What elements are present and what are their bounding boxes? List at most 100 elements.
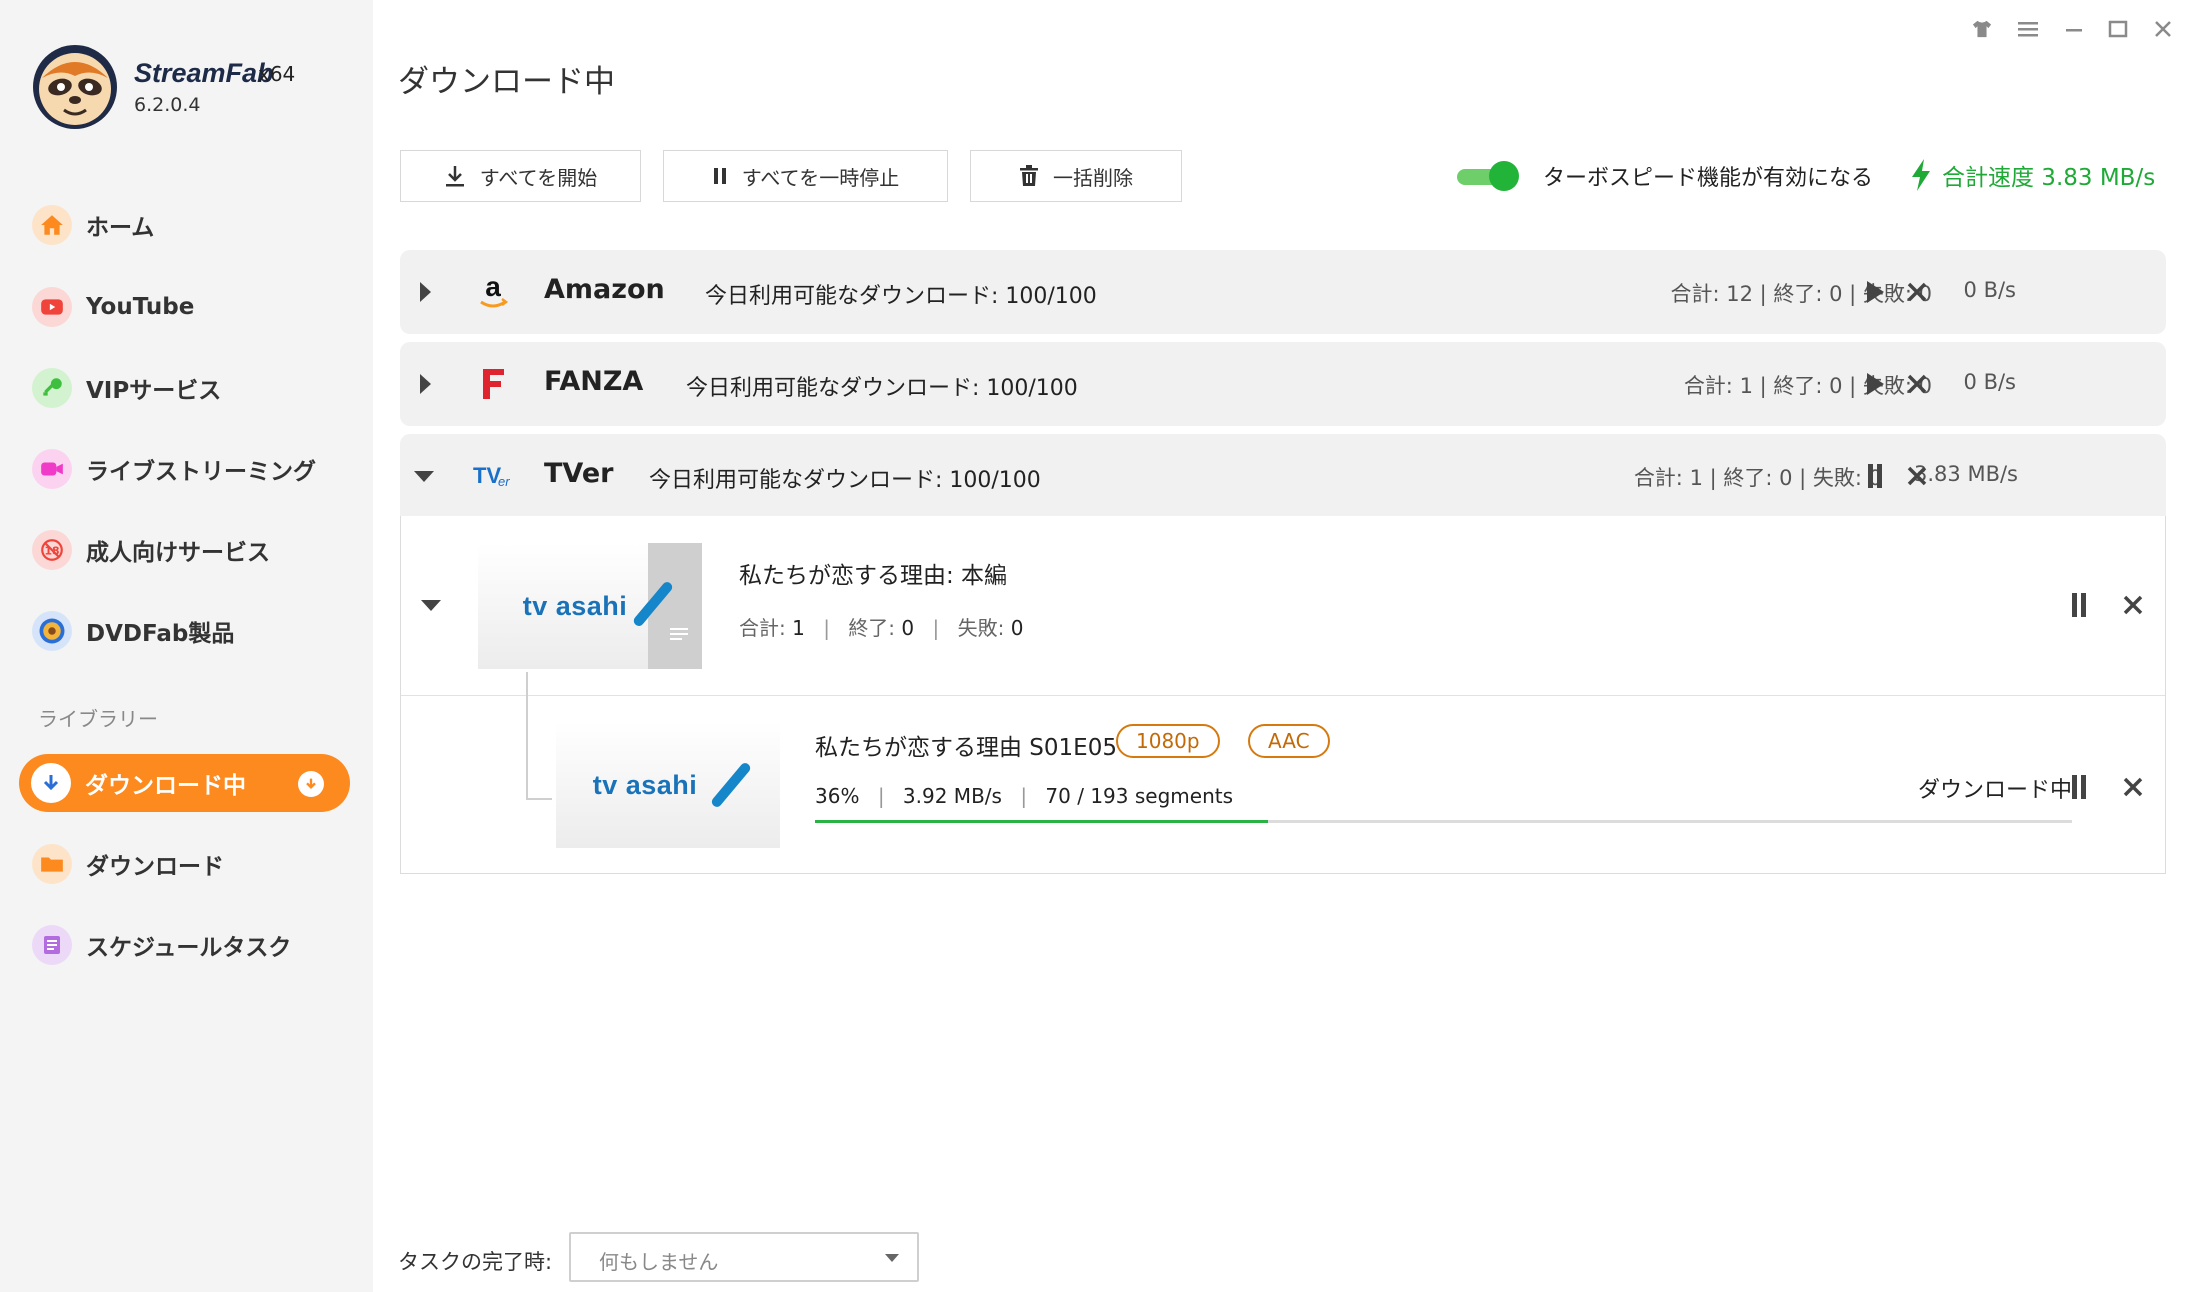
fanza-logo-icon <box>468 362 518 406</box>
task-thumbnail: tv asahi <box>478 543 702 669</box>
task-title: 私たちが恋する理由: 本編 <box>739 563 1008 589</box>
task-counts: 合計: 1 | 終了: 0 | 失敗: 0 <box>739 616 1024 640</box>
close-icon <box>2123 595 2143 615</box>
group-tver[interactable]: TV er TVer 今日利用可能なダウンロード: 100/100 合計: 1 |… <box>400 434 2166 518</box>
group-name: TVer <box>544 458 614 489</box>
download-arrow-icon <box>31 763 71 803</box>
expand-arrow-icon[interactable] <box>420 374 431 394</box>
episode-thumbnail: tv asahi <box>556 722 780 848</box>
sidebar-item-live-streaming[interactable]: ライブストリーミング <box>0 439 373 499</box>
sloth-logo-icon <box>33 45 117 129</box>
sidebar-item-label: ライブストリーミング <box>86 459 316 485</box>
close-icon <box>1907 282 1927 302</box>
play-icon <box>1867 373 1884 395</box>
lightning-icon <box>1912 159 1930 191</box>
chevron-down-icon <box>885 1254 899 1262</box>
youtube-icon <box>32 287 72 327</box>
audio-badge: AAC <box>1248 724 1330 758</box>
group-fanza[interactable]: FANZA 今日利用可能なダウンロード: 100/100 合計: 1 | 終了:… <box>400 342 2166 426</box>
video-camera-icon <box>32 449 72 489</box>
main-panel: ダウンロード中 すべてを開始 すべてを一時停止 一括削除 ターボスピード機能が有… <box>373 0 2191 1292</box>
sidebar-item-adult[interactable]: 18 成人向けサービス <box>0 520 373 580</box>
done-value: 0 <box>901 616 915 640</box>
total-speed: 合計速度 3.83 MB/s <box>1910 158 2155 192</box>
sidebar-item-dvdfab[interactable]: DVDFab製品 <box>0 601 373 661</box>
playlist-icon <box>670 628 688 640</box>
sidebar-item-downloads[interactable]: ダウンロード <box>0 834 373 894</box>
page-title: ダウンロード中 <box>398 64 615 100</box>
brand-name: StreamFab <box>134 58 274 88</box>
key-icon <box>32 368 72 408</box>
app-logo: StreamFab x64 6.2.0.4 <box>30 40 360 140</box>
svg-text:er: er <box>498 474 510 489</box>
download-icon <box>445 166 464 187</box>
group-quota: 今日利用可能なダウンロード: 100/100 <box>649 468 1041 493</box>
tv-asahi-logo-text: tv asahi <box>522 590 628 621</box>
download-speed: 3.92 MB/s <box>902 784 1002 808</box>
play-button[interactable] <box>1858 275 1892 309</box>
remove-button[interactable] <box>1900 367 1934 401</box>
sidebar-item-label: YouTube <box>86 294 195 320</box>
minimize-icon[interactable] <box>2059 14 2089 44</box>
download-badge-icon <box>298 771 324 797</box>
total-label: 合計: <box>739 616 793 640</box>
episode-title: 私たちが恋する理由 S01E05 <box>815 735 1117 761</box>
pause-icon <box>1868 464 1882 488</box>
tv-asahi-logo-text: tv asahi <box>592 769 698 800</box>
toggle-knob <box>1489 161 1519 191</box>
sidebar-item-downloading[interactable]: ダウンロード中 <box>19 754 350 812</box>
group-stats: 合計: 12 | 終了: 0 | 失敗: 0 <box>1670 282 1932 306</box>
delete-all-label: 一括削除 <box>1053 165 1133 190</box>
task-pause-button[interactable] <box>2062 588 2096 622</box>
task-remove-button[interactable] <box>2116 588 2150 622</box>
total-value: 1 <box>792 616 805 640</box>
sidebar-item-label: VIPサービス <box>86 378 222 404</box>
trash-icon <box>1020 165 1038 186</box>
close-icon <box>1907 374 1927 394</box>
close-icon[interactable] <box>2148 14 2178 44</box>
remove-button[interactable] <box>1900 459 1934 493</box>
remove-button[interactable] <box>1900 275 1934 309</box>
turbo-toggle[interactable] <box>1457 161 1521 191</box>
sidebar-item-vip[interactable]: VIPサービス <box>0 358 373 418</box>
sidebar-item-schedule[interactable]: スケジュールタスク <box>0 915 373 975</box>
episode-remove-button[interactable] <box>2116 770 2150 804</box>
episode-pause-button[interactable] <box>2062 770 2096 804</box>
dvdfab-icon <box>32 611 72 651</box>
pause-all-button[interactable]: すべてを一時停止 <box>663 150 948 202</box>
maximize-icon[interactable] <box>2103 14 2133 44</box>
sidebar-item-label: スケジュールタスク <box>86 935 292 961</box>
select-value: 何もしません <box>599 1250 719 1274</box>
group-name: FANZA <box>544 366 644 397</box>
folder-icon <box>32 844 72 884</box>
collapse-arrow-icon[interactable] <box>421 600 441 611</box>
group-quota: 今日利用可能なダウンロード: 100/100 <box>686 376 1078 401</box>
menu-icon[interactable] <box>2013 14 2043 44</box>
sidebar-item-youtube[interactable]: YouTube <box>0 277 373 337</box>
start-all-button[interactable]: すべてを開始 <box>400 150 641 202</box>
sidebar-item-home[interactable]: ホーム <box>0 195 373 255</box>
on-complete-select[interactable]: 何もしません <box>569 1232 919 1282</box>
sidebar-item-label: ダウンロード <box>86 854 224 880</box>
group-amazon[interactable]: a Amazon 今日利用可能なダウンロード: 100/100 合計: 12 |… <box>400 250 2166 334</box>
episode-status: ダウンロード中 <box>1917 778 2072 803</box>
sidebar: StreamFab x64 6.2.0.4 ホーム YouTube VIPサービ… <box>0 0 373 1292</box>
collapse-arrow-icon[interactable] <box>414 471 434 482</box>
tv-asahi-slash-icon <box>709 761 753 809</box>
close-icon <box>1907 466 1927 486</box>
home-icon <box>32 205 72 245</box>
total-speed-text: 合計速度 3.83 MB/s <box>1942 165 2156 191</box>
pause-button[interactable] <box>1858 459 1892 493</box>
sidebar-item-label: DVDFab製品 <box>86 621 235 647</box>
tver-logo-icon: TV er <box>468 454 518 498</box>
group-stats: 合計: 1 | 終了: 0 | 失敗: 0 <box>1633 466 1882 490</box>
expand-arrow-icon[interactable] <box>420 282 431 302</box>
pause-all-label: すべてを一時停止 <box>741 165 900 190</box>
delete-all-button[interactable]: 一括削除 <box>970 150 1182 202</box>
sidebar-item-label: ダウンロード中 <box>85 773 246 799</box>
pause-icon <box>2072 775 2086 799</box>
play-button[interactable] <box>1858 367 1892 401</box>
fail-label: 失敗: <box>957 616 1011 640</box>
skin-shirt-icon[interactable] <box>1967 14 1997 44</box>
brand-arch: x64 <box>258 62 296 86</box>
